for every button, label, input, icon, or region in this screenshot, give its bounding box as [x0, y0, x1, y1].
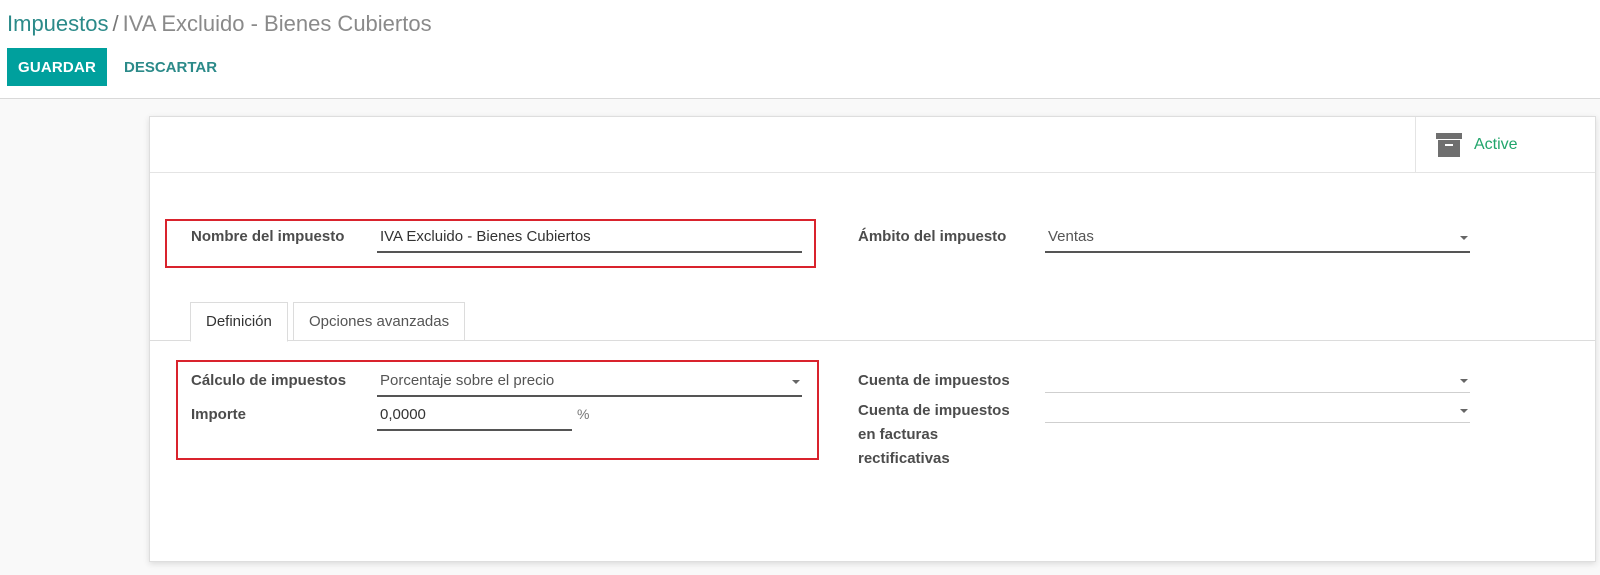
tax-account-label: Cuenta de impuestos — [858, 372, 1010, 389]
tax-name-label: Nombre del impuesto — [191, 228, 345, 245]
tab-definicion[interactable]: Definición — [190, 302, 288, 342]
discard-button[interactable]: DESCARTAR — [114, 48, 227, 86]
tax-scope-value: Ventas — [1048, 228, 1094, 245]
tax-computation-select[interactable]: Porcentaje sobre el precio — [377, 369, 802, 397]
breadcrumb-separator: / — [112, 11, 119, 36]
active-label: Active — [1474, 136, 1518, 153]
chevron-down-icon — [1460, 409, 1468, 413]
refund-account-label-line1: Cuenta de impuestos — [858, 402, 1010, 419]
refund-account-label: Cuenta de impuestos en facturas rectific… — [858, 399, 1010, 471]
chevron-down-icon — [1460, 379, 1468, 383]
amount-label: Importe — [191, 406, 247, 423]
tax-scope-label: Ámbito del impuesto — [858, 228, 1007, 245]
tax-account-select[interactable] — [1045, 369, 1470, 393]
breadcrumb-link-impuestos[interactable]: Impuestos — [7, 11, 109, 36]
control-panel: Impuestos / IVA Excluido - Bienes Cubierto… — [0, 0, 1600, 99]
refund-account-label-line2: en facturas — [858, 426, 939, 443]
tax-name-input[interactable]: IVA Excluido - Bienes Cubiertos — [377, 225, 802, 253]
tab-opciones-avanzadas[interactable]: Opciones avanzadas — [293, 302, 466, 341]
tax-computation-label: Cálculo de impuestos — [191, 372, 347, 389]
active-toggle-button[interactable]: Active — [1415, 117, 1595, 173]
archive-icon — [1436, 133, 1462, 157]
chevron-down-icon — [792, 380, 800, 384]
breadcrumb: Impuestos / IVA Excluido - Bienes Cubierto… — [7, 10, 432, 38]
refund-account-select[interactable] — [1045, 399, 1470, 423]
breadcrumb-current: IVA Excluido - Bienes Cubiertos — [122, 11, 432, 36]
tax-scope-select[interactable]: Ventas — [1045, 225, 1470, 253]
chevron-down-icon — [1460, 236, 1468, 240]
form-sheet: Active Nombre del impuesto IVA Excluido … — [149, 116, 1596, 562]
save-button[interactable]: GUARDAR — [7, 48, 107, 86]
button-box: Active — [150, 117, 1595, 173]
notebook-tabs: Definición Opciones avanzadas — [150, 302, 1595, 342]
refund-account-label-line3: rectificativas — [858, 450, 950, 467]
amount-input[interactable]: 0,0000 — [377, 403, 572, 431]
percent-unit: % — [577, 406, 590, 422]
tax-computation-value: Porcentaje sobre el precio — [380, 372, 555, 389]
